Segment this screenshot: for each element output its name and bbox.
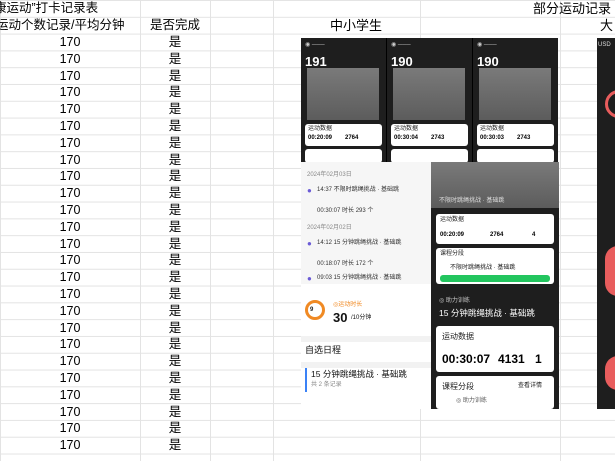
done-cell[interactable]: 是 xyxy=(140,353,210,370)
records-header[interactable]: 部分运动记录 xyxy=(533,0,611,17)
count-cell[interactable]: 170 xyxy=(0,118,140,135)
screenshot-b: ◉ ─── 190 运动数据 00:30:04 2743 xyxy=(387,38,473,162)
done-cell[interactable]: 是 xyxy=(140,101,210,118)
done-cell[interactable]: 是 xyxy=(140,320,210,337)
segment-card xyxy=(305,149,382,162)
done-cell[interactable]: 是 xyxy=(140,336,210,353)
primary-students-header[interactable]: 中小学生 xyxy=(330,17,382,34)
done-cell[interactable]: 是 xyxy=(140,135,210,152)
college-header[interactable]: 大 xyxy=(600,17,613,34)
done-cell[interactable]: 是 xyxy=(140,34,210,51)
done-cell[interactable]: 是 xyxy=(140,437,210,454)
count-cell[interactable]: 170 xyxy=(0,336,140,353)
workout-photo xyxy=(479,68,551,120)
segment-card xyxy=(391,149,468,162)
done-cell[interactable]: 是 xyxy=(140,387,210,404)
done-cell[interactable]: 是 xyxy=(140,370,210,387)
progress-ring xyxy=(305,300,325,320)
sheet-title[interactable]: 康运动”打卡记录表 xyxy=(0,0,98,17)
workout-photo xyxy=(393,68,465,120)
count-cell[interactable]: 170 xyxy=(0,168,140,185)
screenshot-a: ◉ ─── 191 运动数据 00:20:09 2764 xyxy=(301,38,387,162)
workout-photo xyxy=(307,68,379,120)
done-cell[interactable]: 是 xyxy=(140,84,210,101)
count-cell[interactable]: 170 xyxy=(0,437,140,454)
count-cell[interactable]: 170 xyxy=(0,353,140,370)
count-cell[interactable]: 170 xyxy=(0,68,140,85)
screenshot-course-detail: 不限时跳绳挑战 · 基础跳 运动数据 00:20:09 2764 4 课程分段 … xyxy=(431,162,559,286)
column-divider xyxy=(210,0,211,461)
count-cell[interactable]: 170 xyxy=(0,185,140,202)
data-card: 运动数据 00:30:04 2743 xyxy=(391,124,468,146)
count-cell[interactable]: 170 xyxy=(0,286,140,303)
done-cell[interactable]: 是 xyxy=(140,118,210,135)
done-cell[interactable]: 是 xyxy=(140,286,210,303)
count-cell[interactable]: 170 xyxy=(0,236,140,253)
count-cell[interactable]: 170 xyxy=(0,370,140,387)
count-cell[interactable]: 170 xyxy=(0,51,140,68)
screenshot-right-cropped: USD xyxy=(597,38,615,409)
progress-bar xyxy=(440,275,550,282)
count-cell[interactable]: 170 xyxy=(0,252,140,269)
screenshot-course-summary: ◎ 助力训练 15 分钟跳绳挑战 · 基础跳 运动数据 00:30:07 413… xyxy=(431,286,559,409)
done-cell[interactable]: 是 xyxy=(140,68,210,85)
count-cell[interactable]: 170 xyxy=(0,420,140,437)
count-cell[interactable]: 170 xyxy=(0,219,140,236)
done-cell[interactable]: 是 xyxy=(140,219,210,236)
done-cell[interactable]: 是 xyxy=(140,303,210,320)
count-cell[interactable]: 170 xyxy=(0,152,140,169)
count-cell[interactable]: 170 xyxy=(0,202,140,219)
count-value: 190 xyxy=(477,54,499,69)
count-cell[interactable]: 170 xyxy=(0,84,140,101)
data-card: 运动数据 00:30:07 4131 1 xyxy=(436,326,554,372)
screenshot-c: ◉ ─── 190 运动数据 00:30:03 2743 xyxy=(473,38,558,162)
count-cell[interactable]: 170 xyxy=(0,34,140,51)
data-card: 运动数据 00:20:09 2764 4 xyxy=(436,214,554,244)
data-card: 运动数据 00:30:03 2743 xyxy=(477,124,554,146)
count-cell[interactable]: 170 xyxy=(0,404,140,421)
done-cell[interactable]: 是 xyxy=(140,252,210,269)
segment-card: 课程分段 查看详情 ◎ 助力训练 xyxy=(436,376,554,409)
done-column-header[interactable]: 是否完成 xyxy=(150,17,200,34)
screenshot-activity-log: 2024年02月03日 ● 14:37 不限时跳绳挑战 · 基础跳 00:30:… xyxy=(301,162,431,284)
data-card: 运动数据 00:20:09 2764 xyxy=(305,124,382,146)
done-cell[interactable]: 是 xyxy=(140,168,210,185)
count-cell[interactable]: 170 xyxy=(0,320,140,337)
count-cell[interactable]: 170 xyxy=(0,135,140,152)
screenshot-top-strip: ◉ ─── 191 运动数据 00:20:09 2764 ◉ ─── 190 运… xyxy=(301,38,558,162)
done-cell[interactable]: 是 xyxy=(140,202,210,219)
count-cell[interactable]: 170 xyxy=(0,101,140,118)
done-cell[interactable]: 是 xyxy=(140,404,210,421)
segment-card: 课程分段 不限时跳绳挑战 · 基础跳 xyxy=(436,248,554,284)
done-cell[interactable]: 是 xyxy=(140,185,210,202)
segment-card xyxy=(477,149,554,162)
done-cell[interactable]: 是 xyxy=(140,152,210,169)
column-divider xyxy=(560,0,561,461)
done-cell[interactable]: 是 xyxy=(140,51,210,68)
column-divider xyxy=(273,0,274,461)
count-value: 191 xyxy=(305,54,327,69)
count-cell[interactable]: 170 xyxy=(0,303,140,320)
count-cell[interactable]: 170 xyxy=(0,387,140,404)
count-cell[interactable]: 170 xyxy=(0,269,140,286)
done-cell[interactable]: 是 xyxy=(140,420,210,437)
done-cell[interactable]: 是 xyxy=(140,269,210,286)
count-value: 190 xyxy=(391,54,413,69)
done-cell[interactable]: 是 xyxy=(140,236,210,253)
screenshot-summary: 9 ◎运动时长 30 /10分钟 自选日程 15 分钟跳绳挑战 · 基础跳 共 … xyxy=(301,284,431,409)
count-column-header[interactable]: 运动个数记录/平均分钟 xyxy=(0,17,124,34)
